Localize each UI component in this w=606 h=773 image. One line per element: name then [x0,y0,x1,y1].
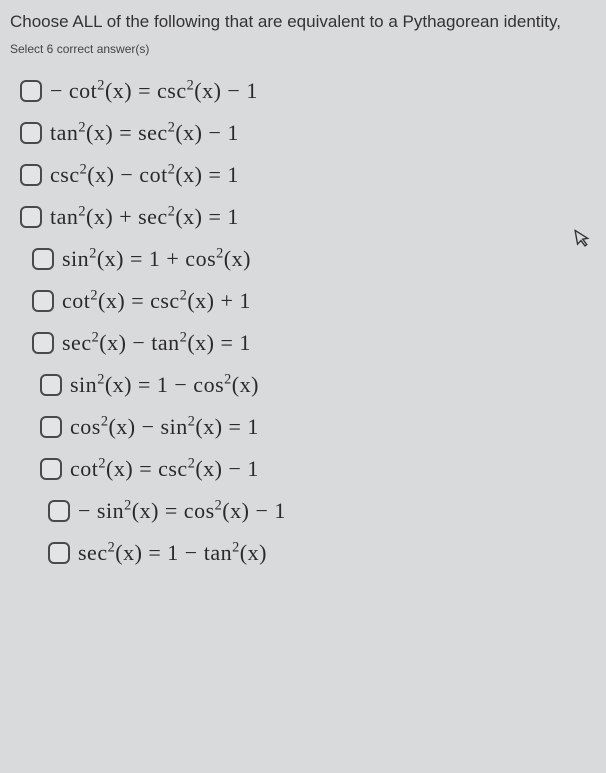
checkbox-icon[interactable] [32,332,54,354]
option-7[interactable]: sec2(x) − tan2(x) = 1 [28,322,596,364]
checkbox-icon[interactable] [20,80,42,102]
question-instruction: Select 6 correct answer(s) [10,42,596,56]
option-expression: sec2(x) = 1 − tan2(x) [78,540,267,566]
option-expression: − sin2(x) = cos2(x) − 1 [78,498,286,524]
option-4[interactable]: tan2(x) + sec2(x) = 1 [16,196,596,238]
option-expression: csc2(x) − cot2(x) = 1 [50,162,239,188]
option-expression: tan2(x) + sec2(x) = 1 [50,204,239,230]
checkbox-icon[interactable] [20,164,42,186]
option-10[interactable]: cot2(x) = csc2(x) − 1 [36,448,596,490]
checkbox-icon[interactable] [40,416,62,438]
checkbox-icon[interactable] [40,374,62,396]
option-expression: cot2(x) = csc2(x) + 1 [62,288,251,314]
options-list: − cot2(x) = csc2(x) − 1 tan2(x) = sec2(x… [10,70,596,574]
checkbox-icon[interactable] [20,206,42,228]
option-6[interactable]: cot2(x) = csc2(x) + 1 [28,280,596,322]
checkbox-icon[interactable] [48,500,70,522]
option-9[interactable]: cos2(x) − sin2(x) = 1 [36,406,596,448]
checkbox-icon[interactable] [20,122,42,144]
option-11[interactable]: − sin2(x) = cos2(x) − 1 [44,490,596,532]
option-12[interactable]: sec2(x) = 1 − tan2(x) [44,532,596,574]
option-expression: − cot2(x) = csc2(x) − 1 [50,78,258,104]
option-5[interactable]: sin2(x) = 1 + cos2(x) [28,238,596,280]
question-title: Choose ALL of the following that are equ… [10,12,596,32]
option-expression: sec2(x) − tan2(x) = 1 [62,330,251,356]
option-expression: cos2(x) − sin2(x) = 1 [70,414,259,440]
option-3[interactable]: csc2(x) − cot2(x) = 1 [16,154,596,196]
option-1[interactable]: − cot2(x) = csc2(x) − 1 [16,70,596,112]
checkbox-icon[interactable] [48,542,70,564]
option-2[interactable]: tan2(x) = sec2(x) − 1 [16,112,596,154]
option-expression: sin2(x) = 1 + cos2(x) [62,246,251,272]
checkbox-icon[interactable] [32,290,54,312]
option-expression: cot2(x) = csc2(x) − 1 [70,456,259,482]
option-expression: sin2(x) = 1 − cos2(x) [70,372,259,398]
checkbox-icon[interactable] [40,458,62,480]
checkbox-icon[interactable] [32,248,54,270]
option-8[interactable]: sin2(x) = 1 − cos2(x) [36,364,596,406]
option-expression: tan2(x) = sec2(x) − 1 [50,120,239,146]
